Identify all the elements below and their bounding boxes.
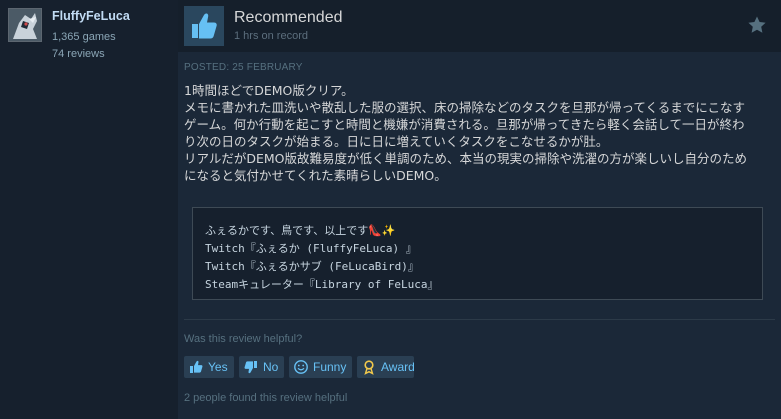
vote-funny-button[interactable]: Funny	[289, 356, 352, 378]
thumbs-up-icon	[188, 359, 204, 375]
review-body-line: り次の日のタスクが始まる。日に日に増えていくタスクをこなせるかが肚。	[184, 134, 609, 149]
author-reviews-count[interactable]: 74 reviews	[52, 48, 105, 60]
recommended-thumb-icon	[184, 6, 224, 46]
review-body: 1時間ほどでDEMO版クリア。 メモに書かれた皿洗いや散乱した服の選択、床の掃除…	[184, 82, 774, 184]
award-label: Award	[381, 360, 415, 374]
star-icon[interactable]	[746, 14, 768, 36]
vote-yes-label: Yes	[208, 360, 228, 374]
vote-funny-label: Funny	[313, 360, 347, 374]
author-username[interactable]: FluffyFeLuca	[52, 9, 130, 23]
review-body-line: リアルだがDEMO版故難易度が低く単調のため、本当の現実の掃除や洗濯の方が楽しい…	[184, 151, 748, 166]
vote-yes-button[interactable]: Yes	[184, 356, 234, 378]
review-page: FluffyFeLuca 1,365 games 74 reviews Reco…	[0, 0, 781, 419]
review-body-line: 1時間ほどでDEMO版クリア。	[184, 83, 354, 98]
posted-date: POSTED: 25 FEBRUARY	[184, 62, 303, 73]
author-games-count[interactable]: 1,365 games	[52, 31, 116, 43]
thumbs-down-icon	[243, 359, 259, 375]
hours-on-record: 1 hrs on record	[234, 30, 308, 42]
signature-line: ふぇるかです、鳥です、以上です👠✨	[205, 224, 396, 237]
review-body-line: メモに書かれた皿洗いや散乱した服の選択、床の掃除などのタスクを旦那が帰ってくるま…	[184, 100, 746, 115]
review-body-line: になると気付かせてくれた素晴らしいDEMO。	[184, 168, 447, 183]
signature-code-box: ふぇるかです、鳥です、以上です👠✨ Twitch『ふぇるか (FluffyFeL…	[192, 207, 763, 300]
vote-no-button[interactable]: No	[239, 356, 284, 378]
smiley-icon	[293, 359, 309, 375]
helpful-count-text: 2 people found this review helpful	[184, 392, 348, 404]
review-verdict[interactable]: Recommended	[234, 9, 343, 27]
divider	[184, 319, 775, 320]
signature-line: Steamキュレーター『Library of FeLuca』	[205, 278, 439, 291]
signature-line: Twitch『ふぇるか (FluffyFeLuca) 』	[205, 242, 417, 255]
review-body-line: ゲーム。何か行動を起こすと時間と機嫌が消費される。旦那が帰ってきたら軽く会話して…	[184, 117, 745, 132]
award-button[interactable]: Award	[357, 356, 415, 378]
award-icon	[361, 359, 377, 375]
signature-line: Twitch『ふぇるかサブ (FeLucaBird)』	[205, 260, 419, 273]
helpful-question: Was this review helpful?	[184, 333, 303, 345]
vote-no-label: No	[263, 360, 279, 374]
author-panel: FluffyFeLuca 1,365 games 74 reviews	[0, 0, 178, 419]
avatar[interactable]	[8, 8, 42, 42]
